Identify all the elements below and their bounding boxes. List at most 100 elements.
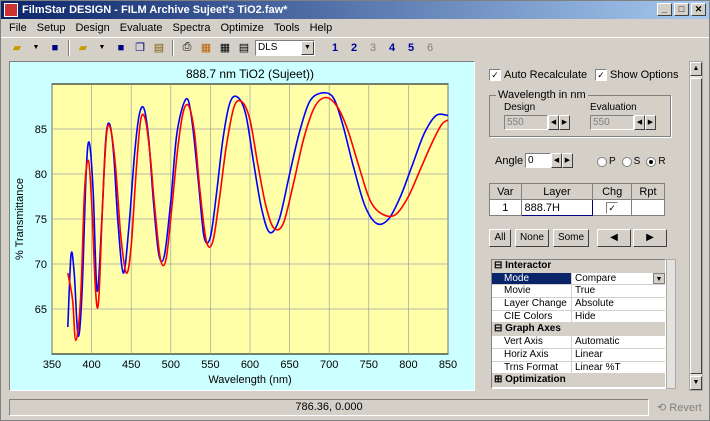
property-value[interactable]: Linear %T: [572, 362, 665, 374]
copy-icon[interactable]: ❐: [132, 40, 148, 56]
tool-number-2[interactable]: 2: [346, 42, 362, 54]
property-key: Horiz Axis: [492, 348, 572, 361]
property-value[interactable]: Automatic: [572, 336, 665, 348]
transmittance-chart[interactable]: 350 400 450 500 550 600 650 700 750 800 850 65 70 75 8…: [10, 62, 474, 390]
method-combo[interactable]: DLS ▼: [255, 39, 315, 56]
scroll-thumb[interactable]: [690, 78, 702, 374]
tool-number-5[interactable]: 5: [403, 42, 419, 54]
report-icon[interactable]: ▤: [236, 40, 252, 56]
layer-cell[interactable]: 888.7H: [520, 199, 594, 216]
rpt-cell[interactable]: [630, 199, 666, 216]
minimize-button[interactable]: _: [657, 3, 672, 16]
chevron-down-icon[interactable]: ▼: [653, 272, 665, 285]
dropdown-arrow-icon[interactable]: ▼: [94, 40, 110, 56]
property-grid[interactable]: ⊟ Interactor Mode Compare ▼ Movie True Layer C…: [491, 259, 666, 389]
property-value[interactable]: Hide: [572, 311, 665, 323]
print-icon[interactable]: ⎙: [179, 40, 195, 56]
property-row[interactable]: CIE Colors Hide: [492, 310, 665, 324]
property-value[interactable]: Linear: [572, 349, 665, 361]
property-value[interactable]: Compare: [572, 273, 653, 285]
save-icon[interactable]: ■: [47, 40, 63, 56]
auto-recalculate-checkbox[interactable]: ✓ Auto Recalculate: [489, 69, 587, 81]
chevron-left-icon: ◀: [548, 115, 559, 130]
toolbar-separator: [172, 39, 174, 56]
previous-button[interactable]: ◀: [597, 229, 631, 247]
pol-s-label: S: [633, 156, 641, 167]
pol-r-radio[interactable]: [646, 156, 657, 167]
x-tick-label: 600: [241, 359, 259, 371]
select-some-button[interactable]: Some: [553, 229, 589, 247]
property-category[interactable]: ⊟ Graph Axes: [492, 323, 665, 337]
menu-tools[interactable]: Tools: [270, 22, 306, 34]
x-tick-label: 500: [162, 359, 180, 371]
menu-bar: File Setup Design Evaluate Spectra Optim…: [1, 19, 709, 37]
y-tick-label: 65: [35, 304, 47, 316]
menu-optimize[interactable]: Optimize: [216, 22, 269, 34]
x-tick-label: 550: [201, 359, 219, 371]
angle-label: Angle: [495, 155, 524, 167]
property-row[interactable]: Horiz Axis Linear: [492, 348, 665, 362]
menu-file[interactable]: File: [5, 22, 33, 34]
layer-table: Var Layer Chg Rpt 1 888.7H ✓: [489, 183, 666, 216]
toolbar-separator: [68, 39, 70, 56]
pol-p-radio[interactable]: [597, 156, 607, 167]
checkmark-icon: ✓: [489, 69, 501, 81]
property-category[interactable]: ⊞ Optimization: [492, 374, 665, 387]
property-row[interactable]: Layer Change Absolute: [492, 298, 665, 311]
column-header-chg: Chg: [592, 183, 632, 200]
menu-spectra[interactable]: Spectra: [169, 22, 217, 34]
save-icon[interactable]: ■: [113, 40, 129, 56]
chevron-right-icon[interactable]: ▶: [562, 153, 573, 168]
menu-help[interactable]: Help: [306, 22, 339, 34]
property-scrollbar[interactable]: [666, 259, 676, 389]
property-category[interactable]: ⊟ Interactor: [492, 260, 665, 273]
property-key: Trns Format: [492, 361, 572, 374]
open-folder-icon[interactable]: ▰: [9, 40, 25, 56]
select-all-button[interactable]: All: [489, 229, 511, 247]
x-tick-label: 450: [122, 359, 140, 371]
plot-panel[interactable]: 350 400 450 500 550 600 650 700 750 800 850 65 70 75 8…: [9, 61, 475, 391]
close-button[interactable]: ✕: [691, 3, 706, 16]
chevron-left-icon: ◀: [634, 115, 645, 130]
property-key: Mode: [492, 272, 572, 285]
maximize-button[interactable]: □: [674, 3, 689, 16]
window-title: FilmStar DESIGN - FILM Archive Sujeet's …: [22, 4, 288, 16]
chart-icon[interactable]: ▦: [198, 40, 214, 56]
main-window: FilmStar DESIGN - FILM Archive Sujeet's …: [0, 0, 710, 421]
x-axis-label: Wavelength (nm): [208, 374, 291, 386]
chevron-left-icon[interactable]: ◀: [551, 153, 562, 168]
design-label: Design: [504, 102, 536, 113]
scroll-up-icon[interactable]: ▲: [690, 62, 702, 76]
arrow-left-icon: ◀: [610, 232, 618, 243]
pol-s-radio[interactable]: [621, 156, 632, 167]
title-bar[interactable]: FilmStar DESIGN - FILM Archive Sujeet's …: [1, 1, 709, 19]
property-key: ⊞ Optimization: [494, 374, 566, 386]
property-value[interactable]: Absolute: [572, 298, 665, 310]
table-row[interactable]: 1 888.7H ✓: [489, 199, 666, 216]
property-row[interactable]: Mode Compare ▼: [492, 272, 665, 286]
open-folder-icon[interactable]: ▰: [75, 40, 91, 56]
angle-field[interactable]: 0: [525, 153, 551, 168]
menu-design[interactable]: Design: [71, 22, 115, 34]
dropdown-arrow-icon[interactable]: ▼: [28, 40, 44, 56]
menu-setup[interactable]: Setup: [33, 22, 72, 34]
table-icon[interactable]: ▦: [217, 40, 233, 56]
paste-icon[interactable]: ▤: [151, 40, 167, 56]
chevron-down-icon[interactable]: ▼: [301, 40, 314, 55]
show-options-label: Show Options: [610, 69, 679, 81]
property-row[interactable]: Vert Axis Automatic: [492, 336, 665, 349]
chg-cell[interactable]: ✓: [592, 199, 632, 216]
property-row[interactable]: Trns Format Linear %T: [492, 361, 665, 375]
panel-scrollbar[interactable]: ▲ ▼: [689, 61, 703, 391]
show-options-checkbox[interactable]: ✓ Show Options: [595, 69, 678, 81]
property-value[interactable]: True: [572, 285, 665, 297]
tool-number-4[interactable]: 4: [384, 42, 400, 54]
select-none-button[interactable]: None: [515, 229, 549, 247]
x-tick-label: 650: [280, 359, 298, 371]
menu-evaluate[interactable]: Evaluate: [116, 22, 169, 34]
scroll-down-icon[interactable]: ▼: [690, 376, 702, 390]
next-button[interactable]: ▶: [633, 229, 667, 247]
tool-number-1[interactable]: 1: [327, 42, 343, 54]
property-row[interactable]: Movie True: [492, 285, 665, 299]
x-tick-label: 700: [320, 359, 338, 371]
